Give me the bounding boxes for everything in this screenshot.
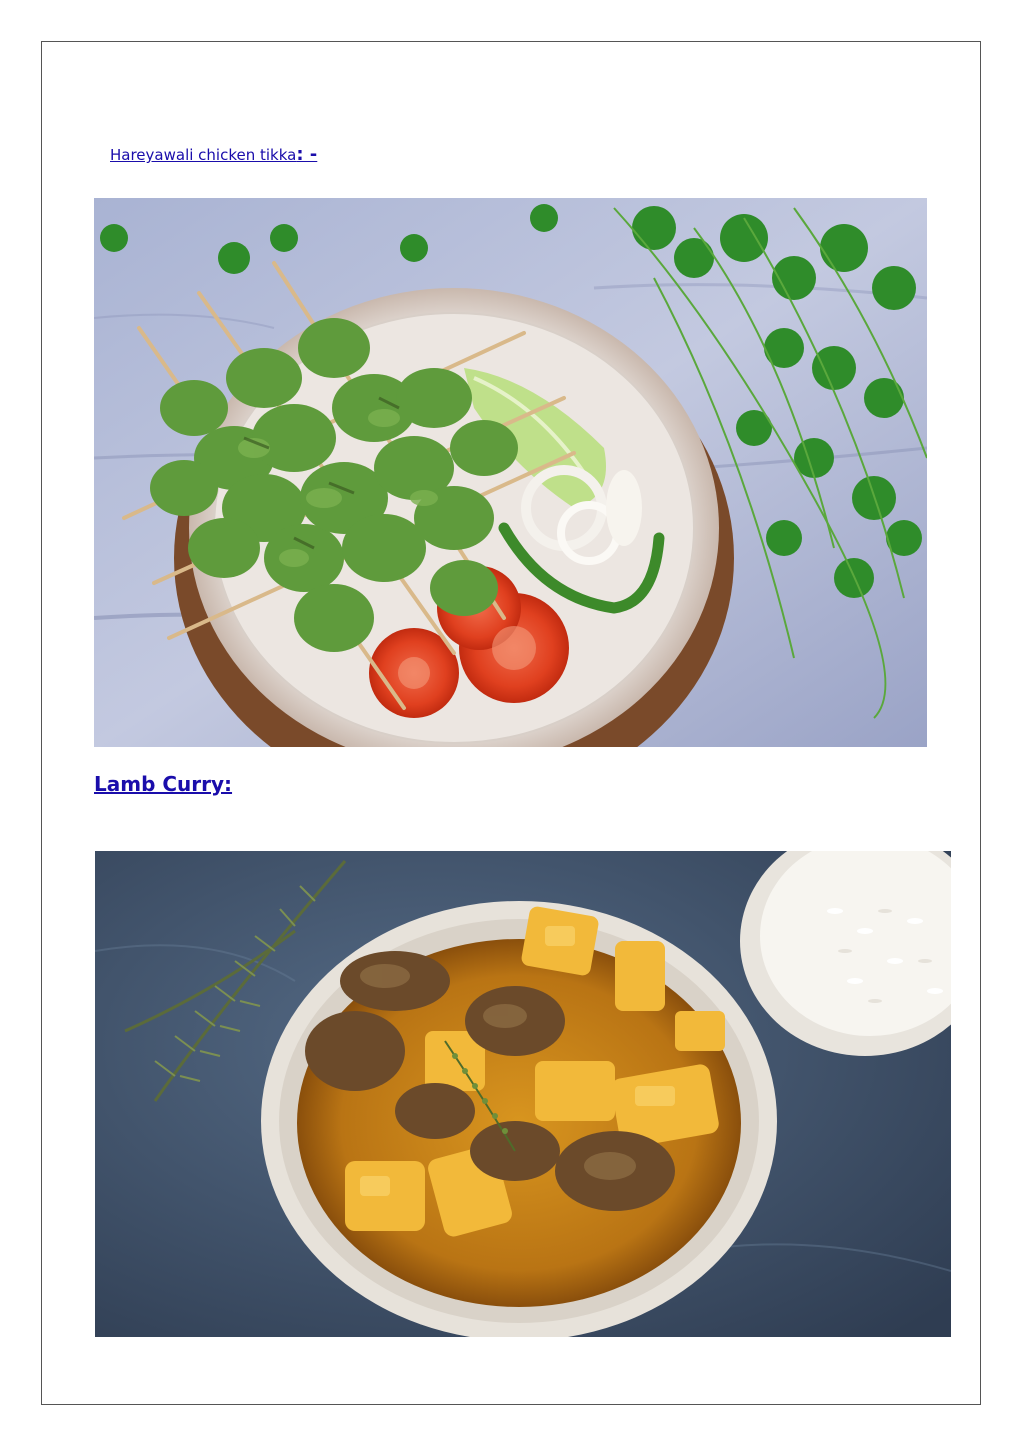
tikka-link-separator: : -: [296, 144, 318, 165]
lamb-curry-heading[interactable]: Lamb Curry:: [94, 772, 232, 796]
tikka-link-label: Hareyawali chicken tikka: [110, 146, 297, 164]
chicken-tikka-image: [94, 198, 927, 747]
tikka-link[interactable]: Hareyawali chicken tikka: -: [110, 144, 317, 165]
lamb-curry-image: [95, 851, 951, 1337]
